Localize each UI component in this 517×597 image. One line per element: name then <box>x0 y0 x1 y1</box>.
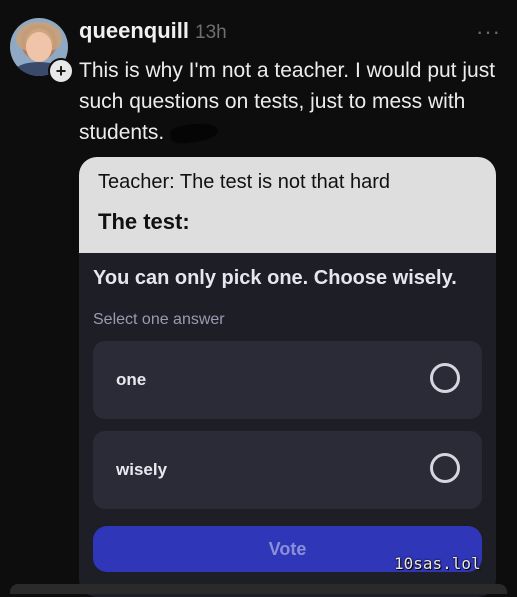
avatar-face <box>26 32 52 62</box>
follow-plus-icon[interactable]: + <box>48 58 74 84</box>
bottom-sheet-edge <box>10 584 507 594</box>
meme-image[interactable]: Teacher: The test is not that hard The t… <box>79 157 496 597</box>
redaction-scribble <box>169 121 220 146</box>
option-label: wisely <box>116 460 168 479</box>
radio-circle-icon[interactable] <box>430 453 460 483</box>
poll-instruction: Select one answer <box>93 311 225 328</box>
meme-caption-line2: The test: <box>98 209 190 234</box>
watermark: 10sas.lol <box>394 554 481 573</box>
poll-option-one[interactable]: one <box>93 341 482 419</box>
username[interactable]: queenquill <box>79 18 189 44</box>
radio-circle-icon[interactable] <box>430 363 460 393</box>
poll-option-wisely[interactable]: wisely <box>93 431 482 509</box>
option-label: one <box>116 370 147 389</box>
poll-question: You can only pick one. Choose wisely. <box>93 267 457 289</box>
meme-caption-line1: Teacher: The test is not that hard <box>98 171 391 193</box>
meme-caption-area: Teacher: The test is not that hard The t… <box>79 157 496 253</box>
post-header: queenquill 13h <box>79 18 227 48</box>
timestamp: 13h <box>195 22 227 43</box>
more-dots-icon[interactable]: ··· <box>476 19 501 45</box>
post-body: This is why I'm not a teacher. I would p… <box>79 55 504 148</box>
post-text: This is why I'm not a teacher. I would p… <box>79 59 496 144</box>
